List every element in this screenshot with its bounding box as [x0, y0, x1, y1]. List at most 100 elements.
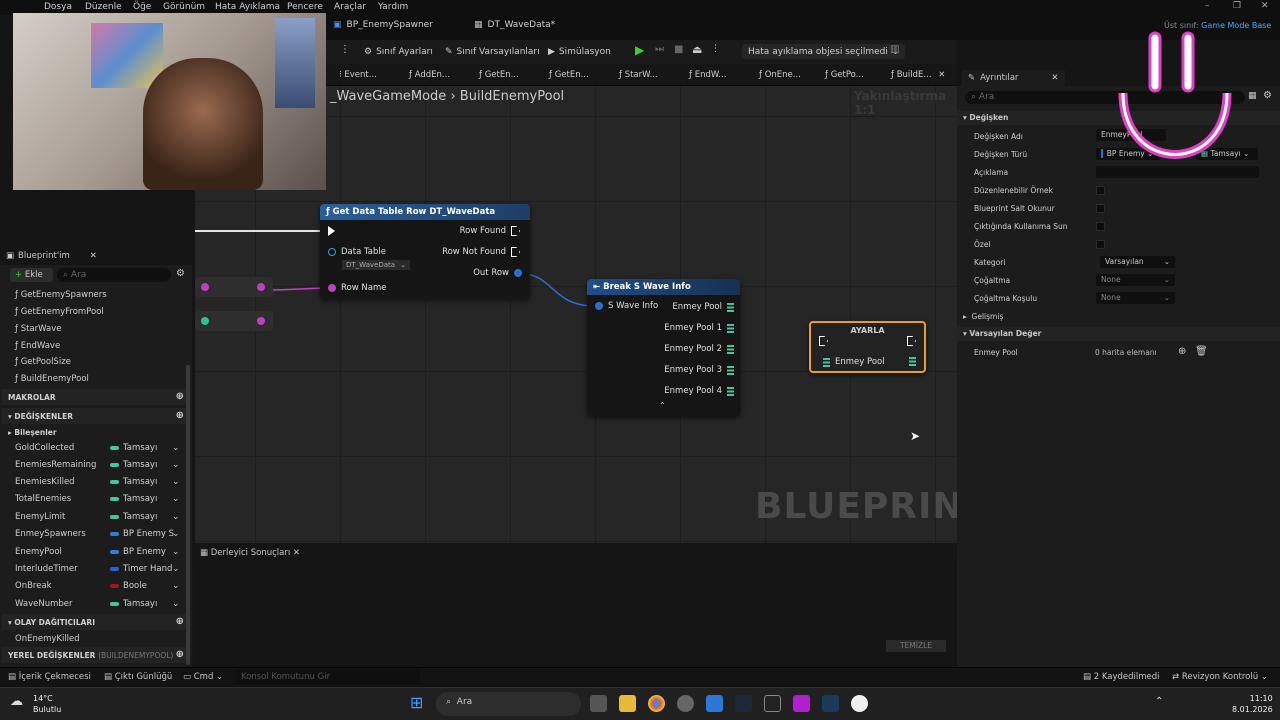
- tab-bp-enemyspawner[interactable]: ▣ BP_EnemySpawner: [333, 20, 433, 30]
- out-row-pin[interactable]: Out Row: [473, 268, 522, 278]
- enmey-pool-2-pin[interactable]: Enmey Pool 2: [664, 344, 734, 354]
- enmey-pool-1-pin[interactable]: Enmey Pool 1: [664, 323, 734, 333]
- get-data-table-row-node[interactable]: ƒ Get Data Table Row DT_WaveData Row Fou…: [320, 204, 530, 299]
- s-wave-info-pin[interactable]: S Wave Info: [595, 301, 658, 311]
- class-settings-button[interactable]: ⚙ Sınıf Ayarları: [364, 44, 433, 59]
- trash-icon[interactable]: 🗑: [1195, 346, 1208, 357]
- more-options-icon[interactable]: ⋮: [340, 44, 350, 55]
- collapse-pins-icon[interactable]: ⌃: [659, 401, 666, 410]
- eye-icon[interactable]: ⌄: [172, 443, 180, 453]
- enmey-pool-4-pin[interactable]: Enmey Pool 4: [664, 386, 734, 396]
- row-found-pin[interactable]: Row Found: [460, 226, 520, 236]
- dispatchers-section[interactable]: ▾ OLAY DAĞITICILARI ⊕: [2, 614, 190, 630]
- clock[interactable]: 11:10 8.01.2026: [1232, 693, 1273, 715]
- menu-dosya[interactable]: Dosya: [44, 2, 72, 12]
- close-tab-icon[interactable]: ✕: [938, 70, 945, 80]
- data-table-select[interactable]: DT_WaveData ⌄: [342, 260, 410, 270]
- graph-tab-event[interactable]: ⁝ Event...: [339, 70, 377, 80]
- search-input[interactable]: ⌕ Ara: [57, 268, 171, 282]
- function-item[interactable]: ƒ StarWave: [15, 324, 61, 334]
- variable-type[interactable]: BP Enemy S: [110, 529, 174, 539]
- weather-icon[interactable]: ☁: [10, 694, 23, 709]
- add-macro-icon[interactable]: ⊕: [176, 391, 184, 402]
- step-icon[interactable]: ⏭: [655, 44, 664, 55]
- function-item[interactable]: ƒ GetPoolSize: [15, 357, 71, 367]
- variables-section[interactable]: ▾ DEĞİŞKENLER ⊕: [2, 408, 190, 424]
- debug-filter-icon[interactable]: ▥: [890, 44, 899, 55]
- variable-item[interactable]: EnemyPool: [15, 547, 62, 557]
- play-options-icon[interactable]: ⋮: [711, 44, 720, 54]
- private-checkbox[interactable]: [1096, 240, 1105, 249]
- eye-icon[interactable]: ⌄: [172, 564, 180, 574]
- set-exec-out-pin[interactable]: [907, 336, 916, 346]
- variable-type[interactable]: Boole: [110, 581, 147, 591]
- add-variable-icon[interactable]: ⊕: [176, 410, 184, 421]
- content-drawer-button[interactable]: ▤ İçerik Çekmecesi: [8, 672, 91, 682]
- set-exec-in-pin[interactable]: [819, 336, 828, 346]
- variable-item[interactable]: EnmeySpawners: [15, 529, 86, 539]
- class-defaults-button[interactable]: ✎ Sınıf Varsayılanları: [445, 44, 540, 59]
- console-input[interactable]: Konsol Komutunu Gir: [235, 670, 420, 684]
- macros-section[interactable]: MAKROLAR ⊕: [2, 389, 190, 405]
- enmey-pool-3-pin[interactable]: Enmey Pool 3: [664, 365, 734, 375]
- eye-icon[interactable]: ⌄: [172, 512, 180, 522]
- variable-type[interactable]: Timer Hand: [110, 564, 172, 574]
- set-out-pin[interactable]: [909, 357, 916, 366]
- menu-oge[interactable]: Öğe: [133, 2, 151, 12]
- graph-tab-adden[interactable]: ƒ AddEn...: [409, 70, 450, 80]
- reroute-node-2[interactable]: [195, 311, 273, 331]
- add-dispatcher-icon[interactable]: ⊕: [176, 616, 184, 627]
- readonly-checkbox[interactable]: [1096, 204, 1105, 213]
- view-options-icon[interactable]: ▦: [1248, 91, 1257, 101]
- menu-yardim[interactable]: Yardım: [378, 2, 408, 12]
- dispatcher-item[interactable]: OnEnemyKilled: [15, 634, 80, 644]
- variable-type[interactable]: Tamsayı: [110, 477, 157, 487]
- expose-on-spawn-checkbox[interactable]: [1096, 222, 1105, 231]
- graph-tab-starw[interactable]: ƒ StarW...: [619, 70, 658, 80]
- category-dropdown[interactable]: Varsayılan ⌄: [1100, 256, 1175, 268]
- simulation-button[interactable]: ▶ Simülasyon: [548, 44, 611, 59]
- menu-hata-ayiklama[interactable]: Hata Ayıklama: [215, 2, 280, 12]
- variable-item[interactable]: EnemiesRemaining: [15, 460, 96, 470]
- eye-icon[interactable]: ⌄: [172, 599, 180, 609]
- variable-type[interactable]: Tamsayı: [110, 494, 157, 504]
- variable-item[interactable]: OnBreak: [15, 581, 52, 591]
- data-table-pin[interactable]: Data Table: [328, 247, 386, 257]
- taskbar-search[interactable]: ⌕ Ara: [436, 692, 581, 716]
- graph-tab-endw[interactable]: ƒ EndW...: [689, 70, 726, 80]
- tab-dt-wavedata[interactable]: ▦ DT_WaveData*: [474, 20, 555, 30]
- breadcrumb-parent[interactable]: _WaveGameMode: [330, 89, 446, 104]
- menu-duzenle[interactable]: Düzenle: [85, 2, 122, 12]
- replication-condition-dropdown[interactable]: None ⌄: [1096, 292, 1175, 304]
- stop-icon[interactable]: ■: [674, 44, 683, 55]
- instance-editable-checkbox[interactable]: [1096, 186, 1105, 195]
- variable-item[interactable]: EnemyLimit: [15, 512, 65, 522]
- eye-icon[interactable]: ⌄: [172, 581, 180, 591]
- function-item[interactable]: ƒ GetEnemySpawners: [15, 290, 107, 300]
- unreal-engine-icon[interactable]: [851, 695, 868, 712]
- minimize-icon[interactable]: –: [1205, 1, 1210, 11]
- eye-icon[interactable]: ⌄: [172, 529, 180, 539]
- graph-tab-onene[interactable]: ƒ OnEne...: [759, 70, 801, 80]
- tab-my-blueprint[interactable]: ▣ Blueprint'im ✕: [6, 251, 97, 261]
- unsaved-button[interactable]: ▤ 2 Kaydedilmedi: [1083, 672, 1160, 682]
- local-variables-section[interactable]: YEREL DEĞİŞKENLER (BUILDENEMYPOOL) ⊕: [2, 647, 190, 663]
- function-item[interactable]: ƒ BuildEnemyPool: [15, 374, 89, 384]
- epic-games-icon[interactable]: [764, 695, 781, 712]
- clear-button[interactable]: TEMİZLE: [886, 640, 946, 652]
- row-not-found-pin[interactable]: Row Not Found: [442, 247, 520, 257]
- components-category[interactable]: ▸ Bileşenler: [8, 428, 57, 437]
- variable-type[interactable]: Tamsayı: [110, 512, 157, 522]
- add-local-icon[interactable]: ⊕: [176, 649, 184, 660]
- set-node[interactable]: AYARLA Enmey Pool: [809, 321, 926, 373]
- row-name-pin[interactable]: Row Name: [328, 283, 386, 293]
- menu-gorunum[interactable]: Görünüm: [163, 2, 205, 12]
- add-element-icon[interactable]: ⊕: [1178, 346, 1186, 357]
- steam-icon[interactable]: [735, 695, 752, 712]
- graph-tab-geten-1[interactable]: ƒ GetEn...: [479, 70, 519, 80]
- graph-tab-builde[interactable]: ƒ BuildE... ✕: [891, 70, 945, 80]
- store-icon[interactable]: [706, 695, 723, 712]
- eject-icon[interactable]: ⏏: [692, 43, 702, 56]
- tray-chevron-icon[interactable]: ⌃: [1155, 696, 1163, 707]
- replication-dropdown[interactable]: None ⌄: [1096, 274, 1175, 286]
